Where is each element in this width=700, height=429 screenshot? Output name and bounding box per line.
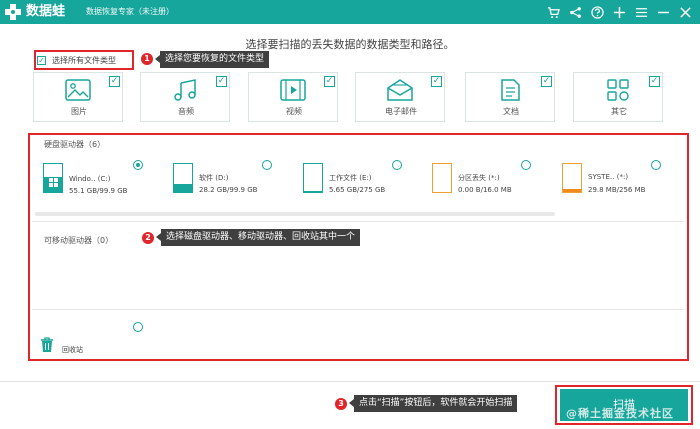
menu-icon[interactable] (630, 2, 652, 22)
footer-divider (0, 381, 700, 382)
annotation-badge-2: 2 (142, 232, 154, 244)
annotation-badge-1: 1 (141, 53, 153, 65)
drive-size: 29.8 MB/256 MB (588, 186, 646, 194)
drive-size: 0.00 B/16.0 MB (458, 186, 512, 194)
file-type-label: 视频 (286, 107, 302, 116)
recycle-bin-radio[interactable] (133, 322, 143, 332)
section-divider (32, 309, 684, 310)
help-icon[interactable] (586, 2, 608, 22)
drive-size: 28.2 GB/99.9 GB (199, 186, 258, 194)
other-icon (607, 79, 629, 101)
title-bar: 数据蛙 数据恢复专家（未注册） (0, 0, 700, 24)
file-type-label: 图片 (71, 107, 87, 116)
section-divider (32, 221, 684, 222)
file-type-label: 音频 (178, 107, 194, 116)
drive-radio[interactable] (521, 160, 531, 170)
select-all-checkbox[interactable]: ✓ 选择所有文件类型 (37, 53, 133, 68)
drive-name: 软件 (D:) (199, 174, 229, 182)
drive-system[interactable]: SYSTE‥ (*:) 29.8 MB/256 MB (562, 160, 682, 200)
annotation-tip-3: 点击“扫描”按钮后，软件就会开始扫描 (348, 395, 518, 412)
video-icon (280, 79, 306, 101)
close-icon[interactable] (674, 2, 696, 22)
drive-lost-partition[interactable]: 分区丢失 (*:) 0.00 B/16.0 MB (432, 160, 552, 200)
drive-name: Windo‥ (C:) (69, 175, 111, 183)
checkbox-checked-icon[interactable]: ✓ (431, 76, 442, 87)
file-type-other[interactable]: ✓ 其它 (573, 72, 663, 122)
hard-drives-label: 硬盘驱动器（6） (44, 140, 106, 149)
drive-c[interactable]: Windo‥ (C:) 55.1 GB/99.9 GB (43, 160, 163, 200)
file-type-label: 文档 (503, 107, 519, 116)
drive-d[interactable]: 软件 (D:) 28.2 GB/99.9 GB (173, 160, 293, 200)
annotation-tip-2: 选择磁盘驱动器、移动驱动器、回收站其中一个 (155, 229, 361, 246)
image-icon (65, 79, 91, 101)
file-type-audio[interactable]: ✓ 音频 (140, 72, 230, 122)
checkbox-checked-icon: ✓ (37, 56, 46, 65)
drive-radio[interactable] (262, 160, 272, 170)
drive-radio[interactable] (651, 160, 661, 170)
removable-drives-label: 可移动驱动器（0） (44, 236, 114, 245)
minimize-icon[interactable] (652, 2, 674, 22)
checkbox-checked-icon[interactable]: ✓ (649, 76, 660, 87)
app-subtitle: 数据恢复专家（未注册） (86, 7, 174, 16)
plus-icon[interactable] (608, 2, 630, 22)
drive-usage-fill (563, 188, 581, 192)
cart-icon[interactable] (542, 2, 564, 22)
drive-radio-selected[interactable] (133, 160, 143, 170)
annotation-tip-1: 选择您要恢复的文件类型 (154, 51, 270, 68)
recycle-bin[interactable]: 回收站 (40, 337, 120, 357)
watermark: @稀土掘金技术社区 (566, 407, 674, 420)
checkbox-checked-icon[interactable]: ✓ (541, 76, 552, 87)
hard-drive-icon (432, 163, 452, 193)
drive-name: SYSTE‥ (*:) (588, 173, 629, 181)
file-type-document[interactable]: ✓ 文档 (465, 72, 555, 122)
drive-size: 55.1 GB/99.9 GB (69, 187, 128, 195)
drive-name: 分区丢失 (*:) (458, 174, 500, 182)
file-type-label: 电子邮件 (385, 107, 417, 116)
checkbox-checked-icon[interactable]: ✓ (324, 76, 335, 87)
file-type-video[interactable]: ✓ 视频 (248, 72, 338, 122)
horizontal-scrollbar[interactable] (35, 212, 555, 216)
file-type-email[interactable]: ✓ 电子邮件 (355, 72, 445, 122)
file-type-image[interactable]: ✓ 图片 (33, 72, 123, 122)
title-bar-actions (542, 2, 696, 22)
drive-e[interactable]: 工作文件 (E:) 5.65 GB/275 GB (303, 160, 423, 200)
select-all-label: 选择所有文件类型 (52, 56, 116, 65)
hard-drive-icon (303, 163, 323, 193)
data-frog-window: 数据蛙 数据恢复专家（未注册） 选择要扫描的丢失数据的数据类型和路径。 ✓ 选择… (0, 0, 700, 429)
drive-usage-fill (174, 183, 192, 192)
hard-drive-icon (43, 163, 63, 193)
document-icon (501, 79, 520, 101)
annotation-badge-3: 3 (335, 398, 347, 410)
share-icon[interactable] (564, 2, 586, 22)
trash-icon (41, 337, 53, 352)
checkbox-checked-icon[interactable]: ✓ (109, 76, 120, 87)
drive-radio[interactable] (392, 160, 402, 170)
logo-icon (5, 4, 21, 20)
music-icon (174, 79, 196, 101)
file-type-label: 其它 (611, 107, 627, 116)
drive-size: 5.65 GB/275 GB (329, 186, 386, 194)
windows-logo-icon (49, 178, 58, 187)
drive-name: 工作文件 (E:) (329, 174, 372, 182)
mail-icon (387, 79, 413, 101)
app-name: 数据蛙 (26, 4, 66, 19)
checkbox-checked-icon[interactable]: ✓ (216, 76, 227, 87)
hard-drive-icon (173, 163, 193, 193)
drive-usage-fill (304, 191, 322, 192)
hard-drive-icon (562, 163, 582, 193)
recycle-bin-label: 回收站 (62, 346, 83, 354)
